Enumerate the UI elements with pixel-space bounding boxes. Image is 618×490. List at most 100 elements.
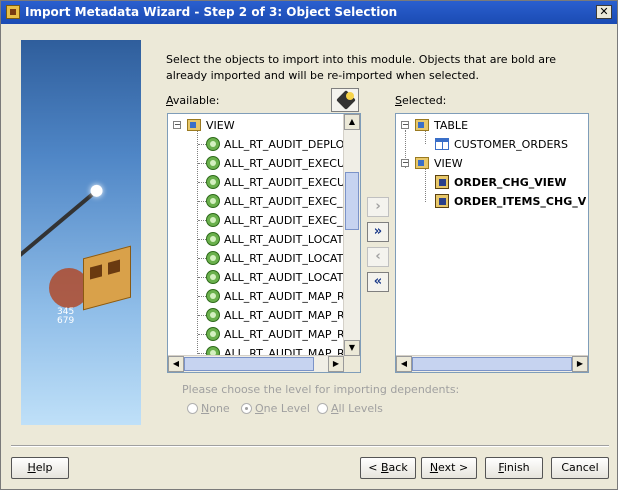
tree-connector — [198, 353, 206, 354]
tree-connector — [198, 239, 206, 240]
back-button[interactable]: < Back — [360, 457, 416, 479]
view-icon — [206, 308, 220, 322]
radio-none[interactable]: None — [187, 402, 230, 415]
magic-wand-icon — [21, 189, 98, 264]
tree-node-customer-orders[interactable]: CUSTOMER_ORDERS — [398, 135, 586, 154]
scroll-up-icon[interactable]: ▲ — [344, 114, 360, 130]
table-folder-icon — [415, 119, 429, 131]
scroll-right-icon[interactable]: ▶ — [572, 356, 588, 372]
title-bar[interactable]: Import Metadata Wizard - Step 2 of 3: Ob… — [1, 1, 617, 24]
tree-node-available-view[interactable]: ALL_RT_AUDIT_MAP_RU — [170, 325, 344, 344]
scroll-left-icon[interactable]: ◀ — [396, 356, 412, 372]
scroll-thumb[interactable] — [184, 357, 314, 371]
tree-node-available-view[interactable]: ALL_RT_AUDIT_EXEC_FIL — [170, 192, 344, 211]
tree-connector — [198, 201, 206, 202]
tree-node-label: ALL_RT_AUDIT_LOCATIO — [224, 233, 344, 246]
view-folder-icon — [187, 119, 201, 131]
add-all-button[interactable]: » — [367, 222, 389, 242]
selected-tree[interactable]: − TABLE CUSTOMER_ORDERS − VIEW ORDER_CHG… — [395, 113, 589, 373]
tree-node-view[interactable]: − VIEW — [398, 154, 586, 173]
tree-connector — [198, 220, 206, 221]
filter-flashlight-button[interactable] — [331, 88, 359, 112]
tree-connector — [198, 163, 206, 164]
collapse-icon[interactable]: − — [401, 159, 409, 167]
tree-node-label: ALL_RT_AUDIT_MAP_RU — [224, 290, 344, 303]
selected-tree-items: − TABLE CUSTOMER_ORDERS − VIEW ORDER_CHG… — [398, 116, 586, 356]
tree-node-available-view[interactable]: ALL_RT_AUDIT_MAP_RU — [170, 287, 344, 306]
tree-node-label: ALL_RT_AUDIT_EXEC_ME — [224, 214, 344, 227]
tree-node-available-view[interactable]: ALL_RT_AUDIT_MAP_RU — [170, 306, 344, 325]
view-icon — [206, 175, 220, 189]
collapse-icon[interactable]: − — [401, 121, 409, 129]
collapse-icon[interactable]: − — [173, 121, 181, 129]
tree-node-order-chg-view[interactable]: ORDER_CHG_VIEW — [398, 173, 586, 192]
selected-horizontal-scrollbar[interactable]: ◀ ▶ — [396, 355, 588, 372]
tree-node-label: ALL_RT_AUDIT_LOCATIO — [224, 271, 344, 284]
scroll-right-icon[interactable]: ▶ — [328, 356, 344, 372]
radio-all-levels[interactable]: All Levels — [317, 402, 383, 415]
next-button[interactable]: Next > — [421, 457, 477, 479]
view-icon — [206, 137, 220, 151]
tree-node-label: ALL_RT_AUDIT_MAP_RU — [224, 309, 344, 322]
tree-connector — [198, 296, 206, 297]
tree-connector — [198, 334, 206, 335]
tree-connector — [198, 277, 206, 278]
help-button[interactable]: Help — [11, 457, 69, 479]
radio-selected-icon — [241, 403, 252, 414]
view-icon — [206, 232, 220, 246]
radio-icon — [317, 403, 328, 414]
scroll-down-icon[interactable]: ▼ — [344, 340, 360, 356]
tree-connector — [198, 258, 206, 259]
radio-one-level[interactable]: One Level — [241, 402, 310, 415]
button-separator — [11, 445, 609, 447]
view-icon — [206, 156, 220, 170]
tree-node-view[interactable]: − VIEW — [170, 116, 344, 135]
instruction-text: Select the objects to import into this m… — [166, 53, 557, 82]
tree-connector — [198, 144, 206, 145]
close-icon[interactable]: ✕ — [596, 5, 612, 19]
available-vertical-scrollbar[interactable]: ▲ ▼ — [343, 114, 360, 356]
tree-node-table[interactable]: − TABLE — [398, 116, 586, 135]
view-icon — [206, 289, 220, 303]
tree-node-available-view[interactable]: ALL_RT_AUDIT_DEPLOYI — [170, 135, 344, 154]
tree-node-available-view[interactable]: ALL_RT_AUDIT_LOCATIO — [170, 230, 344, 249]
available-horizontal-scrollbar[interactable]: ◀ ▶ — [168, 355, 344, 372]
radio-icon — [187, 403, 198, 414]
app-icon — [6, 5, 20, 19]
tree-node-label: ALL_RT_AUDIT_EXECUTI — [224, 176, 344, 189]
tree-node-label: ALL_RT_AUDIT_EXECUTI — [224, 157, 344, 170]
finish-button[interactable]: Finish — [485, 457, 543, 479]
scroll-left-icon[interactable]: ◀ — [168, 356, 184, 372]
available-tree-items: − VIEW ALL_RT_AUDIT_DEPLOYI ALL_RT_AUDIT_… — [170, 116, 344, 356]
window-title: Import Metadata Wizard - Step 2 of 3: Ob… — [25, 5, 398, 19]
view-icon — [206, 194, 220, 208]
view-icon — [206, 251, 220, 265]
tree-node-available-view[interactable]: ALL_RT_AUDIT_EXECUTI — [170, 173, 344, 192]
scroll-corner — [344, 356, 360, 372]
tree-node-label: ALL_RT_AUDIT_LOCATIO — [224, 252, 344, 265]
tree-node-available-view[interactable]: ALL_RT_AUDIT_EXECUTI — [170, 154, 344, 173]
table-icon — [435, 138, 449, 150]
tree-node-label: ALL_RT_AUDIT_DEPLOYI — [224, 138, 344, 151]
cancel-button[interactable]: Cancel — [551, 457, 609, 479]
wizard-window: Import Metadata Wizard - Step 2 of 3: Ob… — [0, 0, 618, 490]
scroll-thumb[interactable] — [412, 357, 572, 371]
tree-node-order-items-chg-view[interactable]: ORDER_ITEMS_CHG_VIEW — [398, 192, 586, 211]
dependents-label: Please choose the level for importing de… — [182, 383, 460, 396]
add-selected-button[interactable]: › — [367, 197, 389, 217]
tree-connector — [198, 315, 206, 316]
available-tree[interactable]: − VIEW ALL_RT_AUDIT_DEPLOYI ALL_RT_AUDIT_… — [167, 113, 361, 373]
view-icon — [206, 213, 220, 227]
view-icon — [206, 270, 220, 284]
tree-node-available-view[interactable]: ALL_RT_AUDIT_LOCATIO — [170, 249, 344, 268]
tree-node-available-view[interactable]: ALL_RT_AUDIT_EXEC_ME — [170, 211, 344, 230]
selected-label: Selected: — [395, 94, 447, 107]
tree-node-available-view[interactable]: ALL_RT_AUDIT_LOCATIO — [170, 268, 344, 287]
cube-icon — [83, 245, 131, 311]
view-icon — [206, 327, 220, 341]
available-label: Available: — [166, 94, 220, 107]
remove-selected-button[interactable]: ‹ — [367, 247, 389, 267]
remove-all-button[interactable]: « — [367, 272, 389, 292]
scroll-thumb[interactable] — [345, 172, 359, 230]
tree-node-label: ALL_RT_AUDIT_EXEC_FIL — [224, 195, 344, 208]
